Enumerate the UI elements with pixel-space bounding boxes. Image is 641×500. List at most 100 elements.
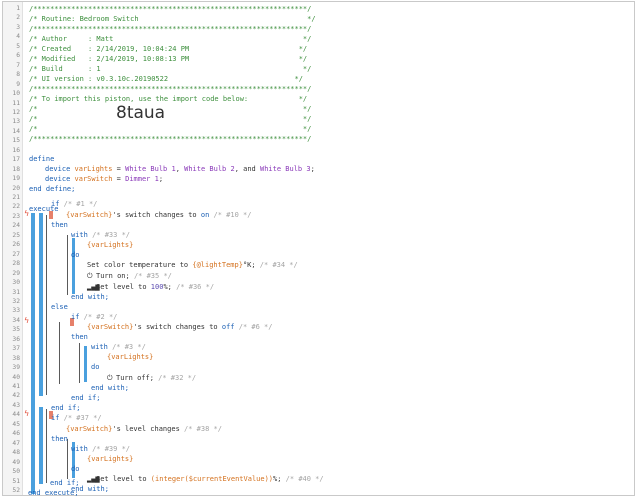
separator-and: , and xyxy=(234,165,260,173)
end-if: end if; xyxy=(51,404,81,412)
statement-id: /* #40 */ xyxy=(285,475,324,483)
command-text: Turn on; xyxy=(96,272,134,280)
device-white-bulb-2: White Bulb 2 xyxy=(184,165,235,173)
statement-id: /* #1 */ xyxy=(63,200,98,208)
import-code: 8taua xyxy=(116,103,166,123)
if-line-2: if /* #2 */ xyxy=(71,312,117,322)
comment-border: /***************************************… xyxy=(29,135,312,143)
condition-text: 's switch changes to xyxy=(133,323,222,331)
statement-id: /* #2 */ xyxy=(83,313,118,321)
comment-blank: /* */ xyxy=(29,125,312,133)
comment-border: /***************************************… xyxy=(29,25,312,33)
lightning-bolt-icon: ϟ xyxy=(24,409,30,418)
then-keyword: then xyxy=(51,435,68,443)
statement-id: /* #35 */ xyxy=(133,272,172,280)
end-if-final: end if; xyxy=(50,479,80,487)
device-line-lights: device varLights = White Bulb 1, White B… xyxy=(45,164,315,174)
power-icon: ⏻ xyxy=(87,272,93,280)
end-execute: end execute; xyxy=(28,489,79,497)
with-line-3: with /* #39 */ xyxy=(71,444,130,454)
device-white-bulb-1: White Bulb 1 xyxy=(125,165,176,173)
equals: = xyxy=(112,165,126,173)
var-lights-ref: {varLights} xyxy=(87,455,134,463)
comment-border: /***************************************… xyxy=(29,5,312,13)
execute-block-bar xyxy=(31,213,35,494)
condition-flag xyxy=(49,211,53,219)
condition-level-changes: {varSwitch}'s level changes /* #38 */ xyxy=(66,424,222,434)
with-bracket-1 xyxy=(67,235,68,295)
comment-build: /* Build : 1 */ xyxy=(29,65,312,73)
set-level-line: ▂▄▆Set level to 100%; /* #36 */ xyxy=(87,282,214,292)
separator: , xyxy=(175,165,185,173)
end-with: end with; xyxy=(71,293,109,301)
condition-switch-off: {varSwitch}'s switch changes to off /* #… xyxy=(87,322,272,332)
device-white-bulb-3: White Bulb 3 xyxy=(260,165,311,173)
if-keyword: if xyxy=(51,414,60,422)
device-keyword: device xyxy=(45,175,71,183)
do-keyword: do xyxy=(91,363,100,371)
percent: %; xyxy=(273,475,286,483)
with-line-2: with /* #3 */ xyxy=(91,342,146,352)
expression: (integer($currentEventValue)) xyxy=(150,475,274,483)
then-keyword: then xyxy=(51,221,68,229)
command-text: Set level to xyxy=(96,475,151,483)
var-light-temp: {@lightTemp} xyxy=(192,261,243,269)
command-text: Set level to xyxy=(96,283,151,291)
var-switch: {varSwitch} xyxy=(66,425,113,433)
set-level-expr-line: ▂▄▆Set level to (integer($currentEventVa… xyxy=(87,474,324,484)
var-switch: varSwitch xyxy=(74,175,113,183)
var-switch: {varSwitch} xyxy=(87,323,134,331)
lightning-bolt-icon: ϟ xyxy=(24,316,30,325)
end-if: end if; xyxy=(71,394,101,402)
device-line-switch: device varSwitch = Dimmer 1; xyxy=(45,174,163,184)
with-keyword: with xyxy=(71,231,88,239)
level-value: 100 xyxy=(150,283,164,291)
if-block-bar-1 xyxy=(39,213,43,396)
do-keyword: do xyxy=(71,251,80,259)
with-block-bar-2 xyxy=(84,346,87,382)
semicolon: ; xyxy=(310,165,315,173)
semicolon: ; xyxy=(158,175,164,183)
statement-id: /* #32 */ xyxy=(158,374,197,382)
statement-id: /* #10 */ xyxy=(213,211,252,219)
comment-blank: /* */ xyxy=(29,115,312,123)
var-lights-ref: {varLights} xyxy=(107,353,154,361)
condition-switch-on: {varSwitch}'s switch changes to on /* #1… xyxy=(66,210,251,220)
if-keyword: if xyxy=(71,313,80,321)
value-off: off xyxy=(221,323,235,331)
if-bracket-nested xyxy=(59,322,60,384)
statement-id: /* #34 */ xyxy=(259,261,298,269)
with-keyword: with xyxy=(71,445,88,453)
percent: %; xyxy=(163,283,177,291)
with-bracket-2 xyxy=(79,343,80,383)
then-keyword: then xyxy=(71,333,88,341)
comment-border: /***************************************… xyxy=(29,85,312,93)
statement-id: /* #36 */ xyxy=(176,283,215,291)
comment-blank: /* */ xyxy=(29,105,312,113)
if-bracket-2 xyxy=(46,409,47,483)
statement-id: /* #6 */ xyxy=(238,323,273,331)
comment-routine: /* Routine: Bedroom Switch */ xyxy=(29,15,316,23)
signal-bars-icon: ▂▄▆ xyxy=(87,475,100,483)
if-keyword: if xyxy=(51,200,60,208)
do-keyword: do xyxy=(71,465,80,473)
end-with: end with; xyxy=(91,384,129,392)
if-line-1: if /* #1 */ xyxy=(51,199,97,209)
piston-code-viewer: 1 2 3 4 5 6 7 8 9 10 11 12 13 14 15 16 17 18 19 20 21 22 23 24 2… xyxy=(2,1,635,496)
statement-id: /* #33 */ xyxy=(92,231,131,239)
var-lights-ref: {varLights} xyxy=(87,241,134,249)
comment-import-note: /* To import this piston, use the import… xyxy=(29,95,308,103)
set-color-temp-line: Set color temperature to {@lightTemp}°K;… xyxy=(87,260,298,270)
if-line-3: if /* #37 */ xyxy=(51,413,102,423)
line-number: 52 xyxy=(12,486,20,494)
power-icon: ⏻ xyxy=(107,374,113,382)
signal-bars-icon: ▂▄▆ xyxy=(87,283,100,291)
var-switch: {varSwitch} xyxy=(66,211,113,219)
unit-kelvin: °K; xyxy=(242,261,260,269)
var-lights: varLights xyxy=(74,165,113,173)
statement-id: /* #39 */ xyxy=(92,445,131,453)
device-keyword: device xyxy=(45,165,71,173)
end-define: end define; xyxy=(29,185,76,193)
turn-off-line: ⏻ Turn off; /* #32 */ xyxy=(107,373,196,383)
lightning-bolt-icon: ϟ xyxy=(24,209,30,218)
